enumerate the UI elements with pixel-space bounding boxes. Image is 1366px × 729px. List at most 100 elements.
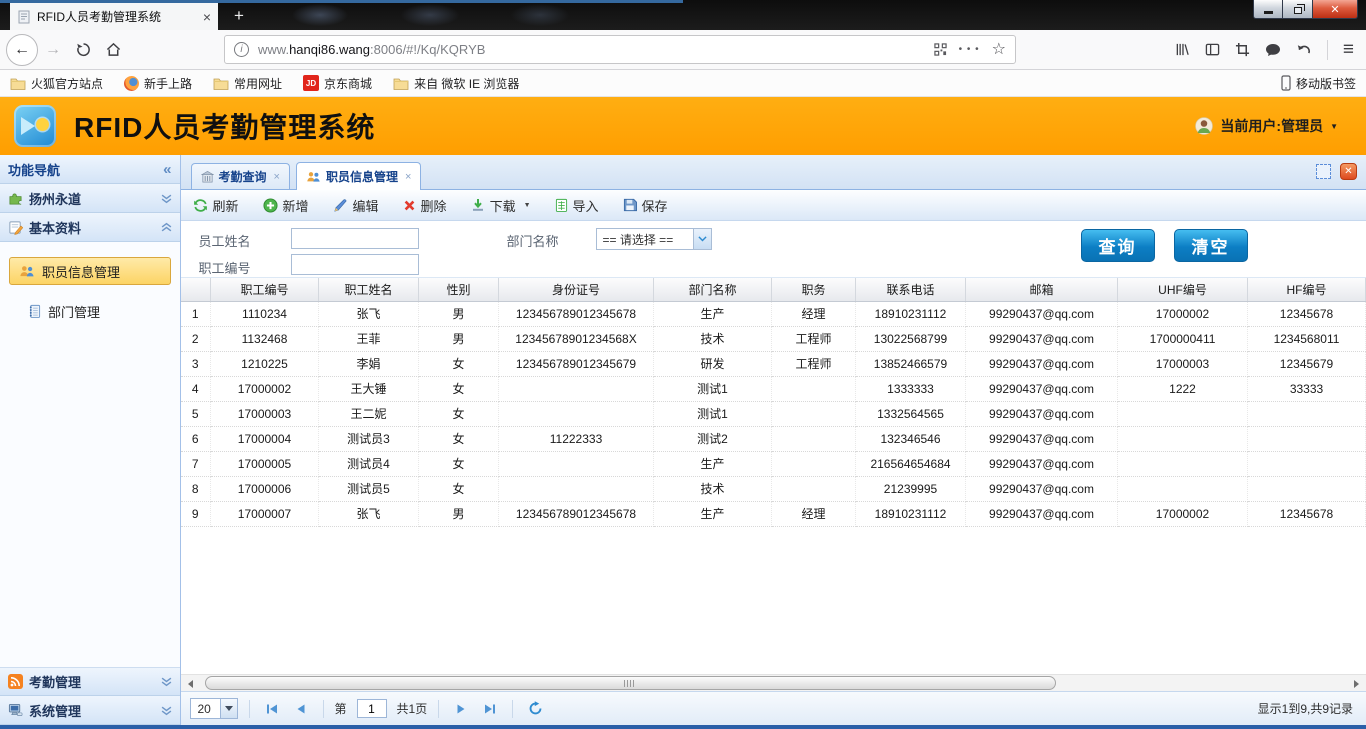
page-size-caret-icon[interactable] [221,698,238,719]
add-button[interactable]: 新增 [263,196,309,215]
bookmark-item[interactable]: 新手上路 [124,75,192,92]
prev-page-button[interactable] [290,698,312,720]
current-user-menu[interactable]: 当前用户:管理员 ▼ [1195,116,1338,136]
table-row[interactable]: 817000006测试员5女技术2123999599290437@qq.com [181,476,1366,501]
sidebar-item-employee-info[interactable]: 职员信息管理 [9,257,171,285]
refresh-button[interactable]: 刷新 [193,196,239,215]
sidebar-group-attendance[interactable]: 考勤管理 [0,667,180,696]
window-restore-button[interactable] [1283,0,1312,19]
bookmark-item[interactable]: 常用网址 [213,75,282,92]
sidebar-item-department[interactable]: 部门管理 [28,302,171,321]
chat-icon[interactable] [1265,42,1281,58]
close-panel-icon[interactable]: ✕ [1340,163,1357,180]
column-header[interactable]: 职工姓名 [319,278,419,301]
scroll-right-icon[interactable] [1348,676,1365,691]
import-button[interactable]: 导入 [555,196,599,215]
tab-attendance-query[interactable]: 考勤查询 × [191,163,290,189]
cell: 女 [419,451,499,476]
bookmark-item[interactable]: 火狐官方站点 [10,75,103,92]
save-button[interactable]: 保存 [623,196,668,215]
page-size-select[interactable]: 20 [190,698,221,719]
window-minimize-button[interactable] [1253,0,1283,19]
back-button[interactable]: ← [6,34,38,66]
column-header[interactable]: HF编号 [1248,278,1366,301]
table-row[interactable]: 11110234张飞男123456789012345678生产经理1891023… [181,301,1366,326]
new-tab-button[interactable]: + [226,4,252,28]
sidebar-group-yangzhou[interactable]: 扬州永道 [0,184,180,213]
site-info-icon[interactable]: i [234,42,249,57]
download-button[interactable]: 下载 ▼ [471,196,531,215]
tab-close-icon[interactable]: × [203,9,211,25]
next-page-button[interactable] [450,698,472,720]
clear-button[interactable]: 清空 [1174,229,1248,262]
scroll-left-icon[interactable] [182,676,199,691]
column-header[interactable]: 邮箱 [966,278,1118,301]
url-bar[interactable]: i www.hanqi86.wang:8006/#!/Kq/KQRYB • • … [224,35,1016,64]
tab-close-icon[interactable]: × [405,171,411,183]
cell: 11222333 [499,426,654,451]
column-header[interactable]: 性别 [419,278,499,301]
table-row[interactable]: 717000005测试员4女生产21656465468499290437@qq.… [181,451,1366,476]
last-page-button[interactable] [479,698,501,720]
qr-code-icon[interactable] [934,43,947,56]
first-page-button[interactable] [261,698,283,720]
screenshot-icon[interactable] [1235,42,1250,57]
bottom-accent-bar [0,725,1366,729]
tab-close-icon[interactable]: × [274,171,280,183]
table-row[interactable]: 517000003王二妮女测试1133256456599290437@qq.co… [181,401,1366,426]
cell: 21239995 [856,476,966,501]
employee-name-input[interactable] [291,228,419,249]
sidebar-group-label: 基本资料 [29,218,81,237]
download-caret-icon: ▼ [524,202,531,209]
column-header[interactable]: 部门名称 [654,278,772,301]
select-chevron-icon[interactable] [693,229,711,249]
table-row[interactable]: 417000002王大锤女测试1133333399290437@qq.com12… [181,376,1366,401]
column-header[interactable]: 身份证号 [499,278,654,301]
cell: 男 [419,326,499,351]
sidebar-items: 职员信息管理 部门管理 [0,242,180,667]
cell: 女 [419,426,499,451]
table-row[interactable]: 617000004测试员3女11222333测试2132346546992904… [181,426,1366,451]
scrollbar-thumb[interactable] [205,676,1056,690]
page-actions-icon[interactable]: • • • [959,44,980,55]
cell: 99290437@qq.com [966,426,1118,451]
window-close-button[interactable]: ✕ [1312,0,1358,19]
tab-employee-info[interactable]: 职员信息管理 × [296,162,421,190]
mobile-bookmarks-label: 移动版书签 [1296,75,1356,92]
sidebar-group-system[interactable]: 系统管理 [0,696,180,725]
cell: 123456789012345679 [499,351,654,376]
employee-code-input[interactable] [291,254,419,275]
undo-icon[interactable] [1296,42,1312,58]
mobile-bookmarks-item[interactable]: 移动版书签 [1281,75,1356,92]
browser-tab[interactable]: RFID人员考勤管理系统 × [10,3,218,30]
bookmark-item[interactable]: JD京东商城 [303,75,372,92]
library-icon[interactable] [1175,42,1190,57]
bookmark-label: 京东商城 [324,75,372,92]
document-tabstrip: 考勤查询 × 职员信息管理 × ✕ [181,155,1366,190]
page-number-input[interactable] [357,699,387,718]
column-header[interactable]: 职务 [772,278,856,301]
maximize-panel-icon[interactable] [1316,164,1331,179]
column-header[interactable]: 职工编号 [211,278,319,301]
hamburger-menu-icon[interactable]: ≡ [1343,39,1354,61]
delete-button[interactable]: 删除 [403,196,447,215]
forward-button[interactable]: → [38,35,68,65]
bookmark-star-icon[interactable]: ☆ [992,42,1006,58]
sidebar-group-basic[interactable]: 基本资料 [0,213,180,242]
reload-grid-icon[interactable] [524,698,546,720]
cell [772,401,856,426]
column-header[interactable]: 联系电话 [856,278,966,301]
reload-button[interactable] [68,35,98,65]
query-button[interactable]: 查询 [1081,229,1155,262]
sidebar-collapse-icon[interactable]: « [163,161,171,178]
table-row[interactable]: 31210225李娟女123456789012345679研发工程师138524… [181,351,1366,376]
column-header[interactable]: UHF编号 [1118,278,1248,301]
home-button[interactable] [98,35,128,65]
table-row[interactable]: 21132468王菲男12345678901234568X技术工程师130225… [181,326,1366,351]
bookmark-item[interactable]: 来自 微软 IE 浏览器 [393,75,519,92]
department-select[interactable]: == 请选择 == [596,228,712,250]
table-row[interactable]: 917000007张飞男123456789012345678生产经理189102… [181,501,1366,526]
edit-button[interactable]: 编辑 [333,196,379,215]
horizontal-scrollbar[interactable] [181,674,1366,691]
sidebar-toggle-icon[interactable] [1205,42,1220,57]
